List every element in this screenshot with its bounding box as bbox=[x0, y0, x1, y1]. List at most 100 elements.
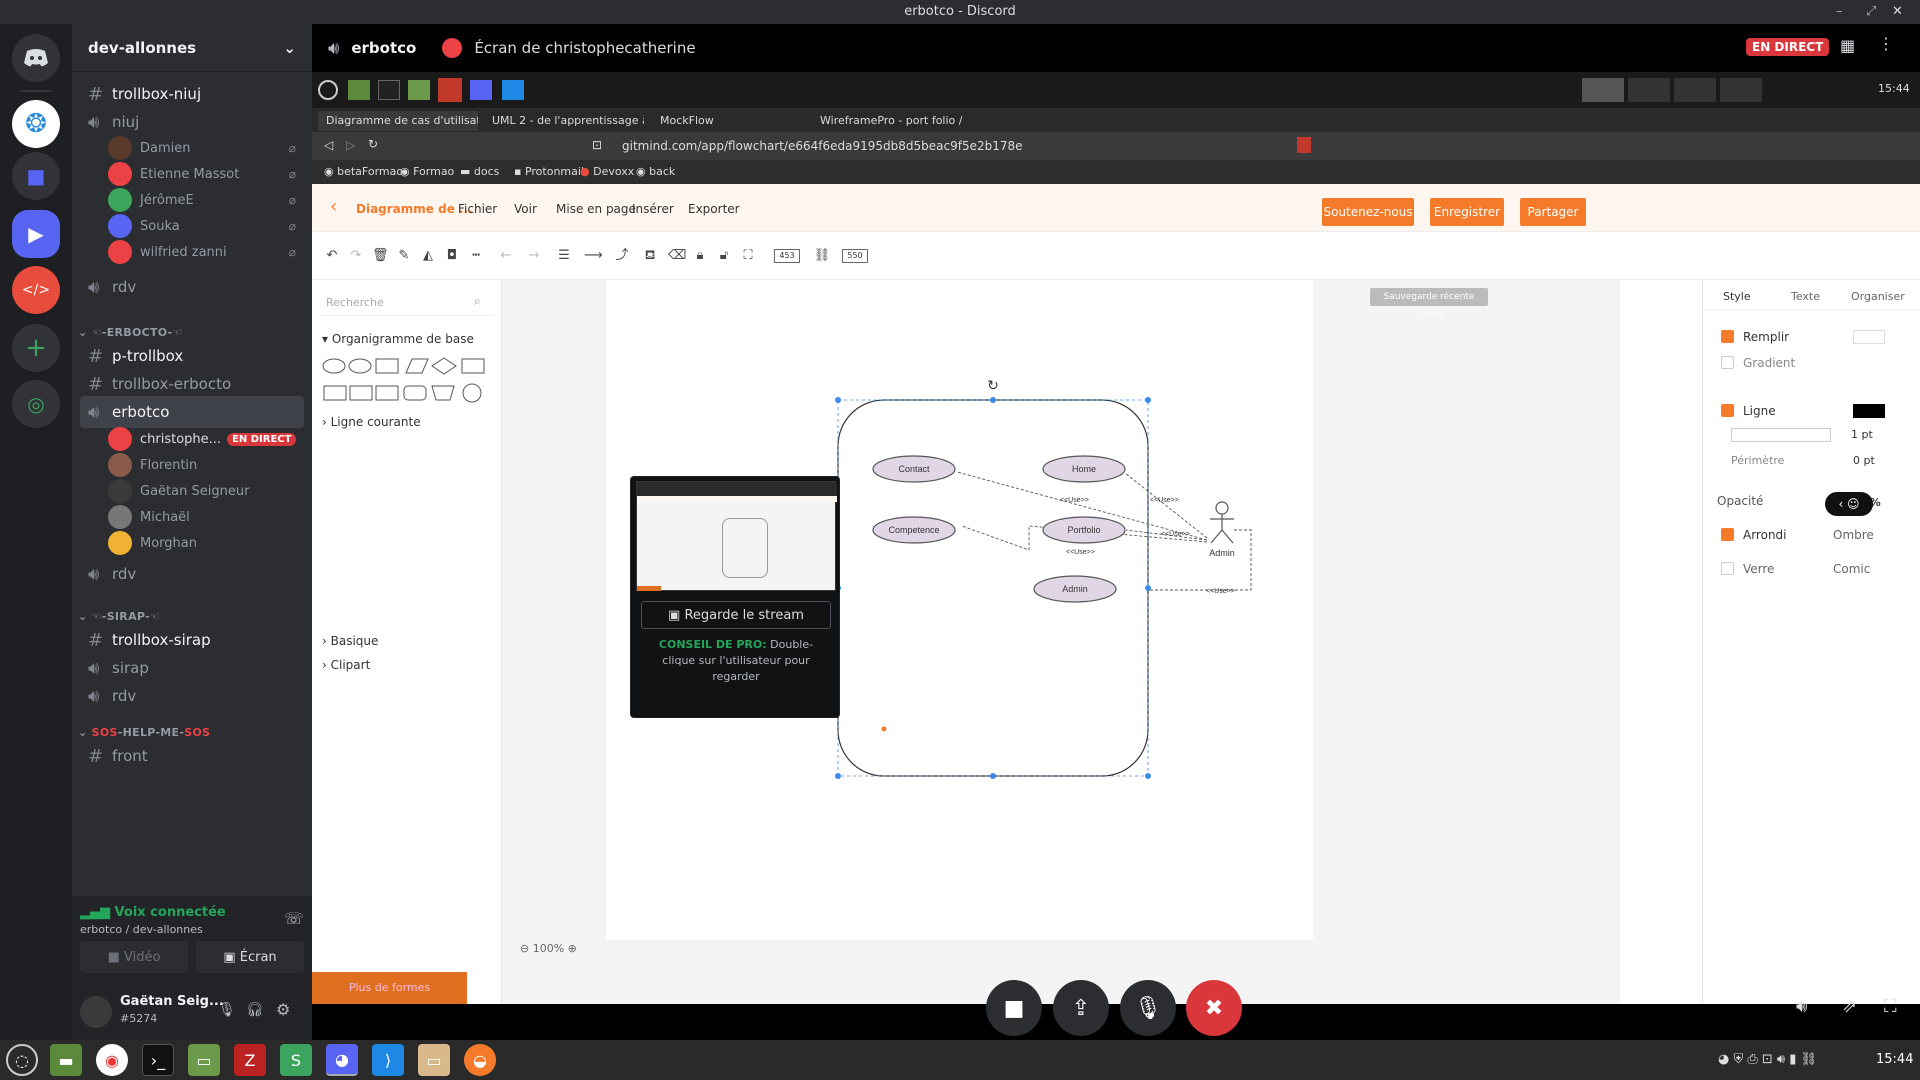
menu-voir[interactable]: Voir bbox=[514, 202, 537, 216]
more-icon[interactable]: ⋮ bbox=[1878, 34, 1894, 53]
voice-user[interactable]: Morghan bbox=[108, 528, 308, 558]
shape-search-input[interactable]: Recherche bbox=[320, 290, 494, 316]
menu-exporter[interactable]: Exporter bbox=[688, 202, 740, 216]
eraser-icon[interactable]: ⌫ bbox=[668, 248, 686, 264]
arrow-right-icon[interactable]: → bbox=[526, 248, 542, 264]
lock-icon[interactable]: 🔒︎ bbox=[692, 248, 708, 264]
glass-checkbox[interactable] bbox=[1721, 562, 1734, 575]
settings-gear-icon[interactable]: ⚙ bbox=[276, 1000, 290, 1019]
files-icon[interactable]: ▭ bbox=[188, 1044, 220, 1076]
disconnect-icon[interactable]: ☏ bbox=[284, 909, 304, 928]
line-color-swatch[interactable] bbox=[1853, 404, 1885, 418]
shadow-icon[interactable]: ◘ bbox=[444, 248, 460, 264]
chrome-icon[interactable]: ◉ bbox=[96, 1044, 128, 1076]
microphone-button[interactable]: 🎙︎ bbox=[1120, 980, 1176, 1036]
share-button[interactable]: Partager bbox=[1520, 198, 1586, 226]
forward-icon[interactable]: ▷ bbox=[346, 138, 355, 152]
explore-icon[interactable]: ◎ bbox=[12, 380, 60, 428]
close-icon[interactable]: ✕ bbox=[1892, 0, 1903, 24]
server-code-icon[interactable]: </> bbox=[12, 266, 60, 314]
section-basic-org[interactable]: ▾ Organigramme de base bbox=[322, 332, 474, 346]
folder-icon[interactable]: ■ bbox=[12, 152, 60, 200]
category-erbocto[interactable]: ⌄ ☜-ERBOCTO-☜ bbox=[78, 326, 183, 339]
section-basic[interactable]: › Basique bbox=[322, 634, 378, 648]
server-icon-1[interactable]: ❂ bbox=[12, 100, 60, 148]
voice-channel-rdv[interactable]: 🔊︎ rdv bbox=[80, 271, 304, 303]
unlock-icon[interactable]: 🔓︎ bbox=[716, 248, 732, 264]
stream-thumbnail[interactable] bbox=[636, 481, 837, 591]
bookmark-item[interactable]: ◉ back bbox=[636, 165, 675, 178]
tray-icons[interactable]: ◕ ⛨ ⎙ ⊡ 🔊︎ ▮ ⛓ bbox=[1718, 1052, 1817, 1067]
discord-home-icon[interactable] bbox=[12, 34, 60, 82]
show-desktop-icon[interactable]: ▬ bbox=[50, 1044, 82, 1076]
headphones-icon[interactable]: 🎧︎ bbox=[246, 1002, 264, 1018]
app-icon[interactable]: ▭ bbox=[418, 1044, 450, 1076]
dash-icon[interactable]: ┅ bbox=[468, 248, 484, 264]
microphone-icon[interactable]: 🎙︎ bbox=[218, 1002, 236, 1018]
pen-icon[interactable]: ✎ bbox=[396, 248, 412, 264]
bookmark-item[interactable]: ◉ betaFormao bbox=[324, 165, 403, 178]
fill-checkbox[interactable] bbox=[1721, 330, 1734, 343]
discord-icon[interactable]: ◕ bbox=[326, 1044, 358, 1076]
bookmark-item[interactable]: ▪ Protonmail bbox=[514, 165, 584, 178]
voice-channel-rdv[interactable]: 🔊︎ rdv bbox=[80, 680, 304, 712]
waypoint-icon[interactable]: ⤴ bbox=[614, 248, 630, 264]
maximize-icon[interactable]: ⤢ bbox=[1866, 0, 1876, 24]
back-arrow-icon[interactable]: ‹ bbox=[330, 196, 337, 217]
browser-tab[interactable]: WireframePro - port folio / Pa bbox=[812, 111, 962, 131]
add-server-icon[interactable]: + bbox=[12, 324, 60, 372]
perimeter-value[interactable]: 0 pt bbox=[1853, 454, 1875, 467]
rotate-icon[interactable]: ↻ bbox=[987, 378, 999, 394]
menu-mise-en-page[interactable]: Mise en page bbox=[556, 202, 636, 216]
link-icon[interactable]: ⛓ bbox=[810, 248, 834, 264]
browser-tab[interactable]: UML 2 - de l'apprentissage à la bbox=[484, 111, 644, 131]
tab-organiser[interactable]: Organiser bbox=[1851, 290, 1905, 303]
terminal-icon[interactable]: ›_ bbox=[142, 1044, 174, 1076]
firefox-icon[interactable]: ◒ bbox=[464, 1044, 496, 1076]
rounded-checkbox[interactable] bbox=[1721, 528, 1734, 541]
comic-label[interactable]: Comic bbox=[1833, 562, 1870, 576]
tab-style[interactable]: Style bbox=[1723, 290, 1751, 303]
line-width-value[interactable]: 1 pt bbox=[1851, 428, 1873, 441]
document-title[interactable]: Diagramme de ... bbox=[356, 202, 473, 216]
browser-tab[interactable]: MockFlow bbox=[652, 111, 802, 131]
connector-icon[interactable]: ⟶ bbox=[584, 248, 603, 264]
fill-color-swatch[interactable] bbox=[1853, 330, 1885, 344]
redo-icon[interactable]: ↷ bbox=[348, 248, 364, 264]
vscode-icon[interactable]: ⟩ bbox=[372, 1044, 404, 1076]
line-style-select[interactable] bbox=[1731, 428, 1831, 442]
menu-icon[interactable]: ◌ bbox=[6, 1044, 38, 1076]
camera-button[interactable]: ■ bbox=[986, 980, 1042, 1036]
grid-layout-icon[interactable]: ▦ bbox=[1840, 36, 1855, 55]
bookmark-item[interactable]: ▬ docs bbox=[460, 165, 499, 178]
actor-admin[interactable] bbox=[1210, 501, 1234, 544]
gradient-checkbox[interactable] bbox=[1721, 356, 1734, 369]
section-line[interactable]: › Ligne courante bbox=[322, 415, 421, 429]
arrow-left-icon[interactable]: ← bbox=[498, 248, 514, 264]
fit-icon[interactable]: ⛶ bbox=[740, 248, 756, 264]
server-dev-allonnes-icon[interactable]: ▶ bbox=[12, 210, 60, 258]
section-clipart[interactable]: › Clipart bbox=[322, 658, 370, 672]
line-weight-icon[interactable]: ☰ bbox=[556, 248, 572, 264]
menu-inserer[interactable]: Insérer bbox=[632, 202, 674, 216]
category-help-me[interactable]: ⌄ SOS-HELP-ME-SOS bbox=[78, 726, 210, 739]
voice-channel-rdv[interactable]: 🔊︎ rdv bbox=[80, 558, 304, 590]
back-icon[interactable]: ◁ bbox=[324, 138, 333, 152]
height-field[interactable]: 550 bbox=[842, 249, 868, 263]
shared-screen[interactable]: 15:44 Diagramme de cas d'utilisation UML… bbox=[312, 72, 1920, 1004]
save-button[interactable]: Enregistrer bbox=[1430, 198, 1504, 226]
participants-toggle-icon[interactable]: ‹ ☺ bbox=[1825, 492, 1873, 516]
channel-front[interactable]: # front bbox=[80, 740, 304, 772]
popout-icon[interactable]: ⇗ bbox=[1842, 996, 1857, 1017]
menu-fichier[interactable]: Fichier bbox=[458, 202, 497, 216]
brave-shield-icon[interactable] bbox=[1297, 137, 1311, 153]
browser-tab[interactable]: Diagramme de cas d'utilisation bbox=[318, 111, 478, 131]
video-button[interactable]: ■ Vidéo bbox=[80, 941, 188, 973]
reload-icon[interactable]: ↻ bbox=[368, 137, 378, 151]
bookmark-item[interactable]: ◉ Formao bbox=[400, 165, 454, 178]
voice-user[interactable]: wilfried zanni ⌀ bbox=[108, 237, 308, 267]
width-field[interactable]: 453 bbox=[774, 249, 800, 263]
filezilla-icon[interactable]: Z bbox=[234, 1044, 266, 1076]
format-painter-icon[interactable]: ⛾ bbox=[642, 248, 658, 264]
delete-icon[interactable]: 🗑︎ bbox=[372, 248, 389, 264]
